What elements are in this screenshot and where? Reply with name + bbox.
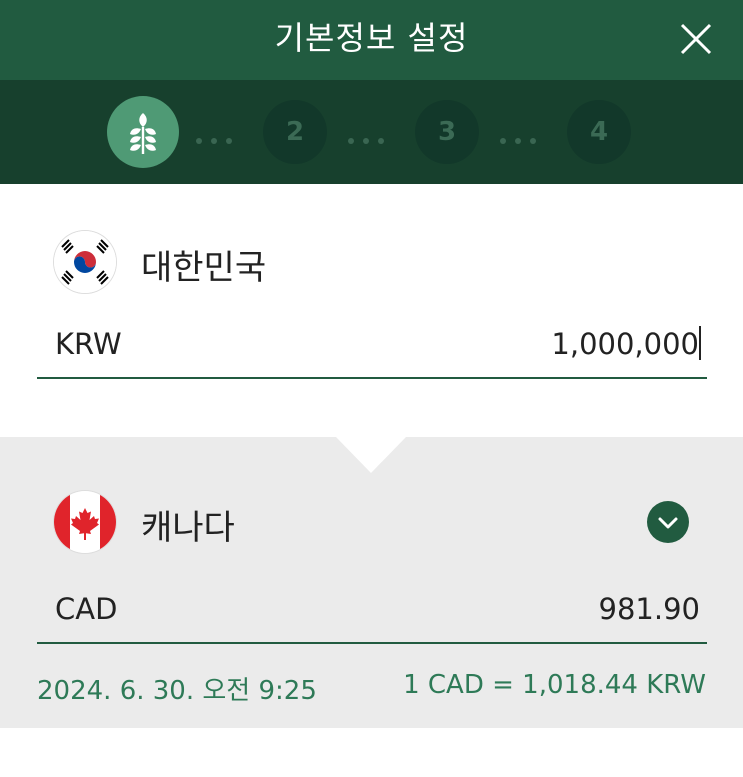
close-button[interactable] (679, 22, 713, 56)
step-3: 3 (415, 100, 479, 164)
source-amount-underline (37, 377, 707, 379)
close-icon (680, 23, 712, 55)
target-amount-underline (37, 642, 707, 644)
source-currency-code: KRW (55, 327, 122, 361)
step-4: 4 (567, 100, 631, 164)
step-2: 2 (263, 100, 327, 164)
page-title: 기본정보 설정 (274, 19, 469, 57)
exchange-rate: 1 CAD = 1,018.44 KRW (403, 670, 706, 700)
target-country-name: 캐나다 (141, 508, 235, 548)
step-1 (107, 96, 179, 168)
source-country-name: 대한민국 (141, 248, 267, 288)
canada-flag-icon (54, 491, 116, 553)
country-dropdown-button[interactable] (647, 501, 689, 543)
rate-timestamp: 2024. 6. 30. 오전 9:25 (37, 676, 317, 706)
target-currency-code: CAD (55, 592, 118, 626)
source-amount-input[interactable]: 1,000,000 (551, 327, 699, 361)
header-bar: 기본정보 설정 (0, 0, 743, 80)
source-currency-panel (0, 184, 743, 437)
step-dots (348, 129, 393, 144)
target-amount: 981.90 (598, 592, 700, 626)
chevron-down-icon (658, 517, 678, 529)
step-dots (500, 129, 545, 144)
text-caret (699, 326, 701, 360)
wheat-icon (130, 113, 156, 154)
step-indicator: 2 3 4 (0, 80, 743, 184)
panel-pointer (336, 437, 406, 473)
korea-flag-icon (54, 231, 116, 293)
step-dots (196, 129, 241, 144)
